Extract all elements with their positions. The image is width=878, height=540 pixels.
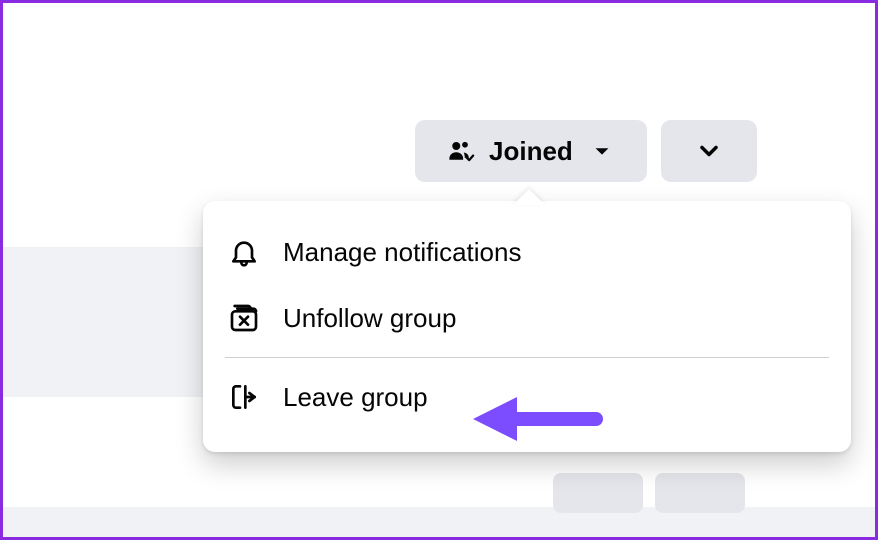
group-icon bbox=[443, 134, 477, 168]
menu-item-label: Manage notifications bbox=[283, 237, 521, 268]
leave-icon bbox=[227, 380, 261, 414]
caret-down-icon bbox=[585, 134, 619, 168]
menu-divider bbox=[225, 357, 829, 358]
joined-button[interactable]: Joined bbox=[415, 120, 647, 182]
bell-icon bbox=[227, 235, 261, 269]
chevron-down-icon bbox=[692, 134, 726, 168]
menu-item-leave-group[interactable]: Leave group bbox=[217, 364, 837, 430]
menu-item-manage-notifications[interactable]: Manage notifications bbox=[217, 219, 837, 285]
menu-item-unfollow-group[interactable]: Unfollow group bbox=[217, 285, 837, 351]
more-button[interactable] bbox=[661, 120, 757, 182]
joined-label: Joined bbox=[489, 136, 573, 167]
group-action-buttons: Joined bbox=[415, 120, 757, 182]
obscured-buttons bbox=[553, 473, 745, 513]
menu-item-label: Leave group bbox=[283, 382, 428, 413]
background-panel bbox=[3, 247, 203, 397]
unfollow-icon bbox=[227, 301, 261, 335]
menu-item-label: Unfollow group bbox=[283, 303, 456, 334]
joined-dropdown-menu: Manage notifications Unfollow group Leav… bbox=[203, 201, 851, 452]
